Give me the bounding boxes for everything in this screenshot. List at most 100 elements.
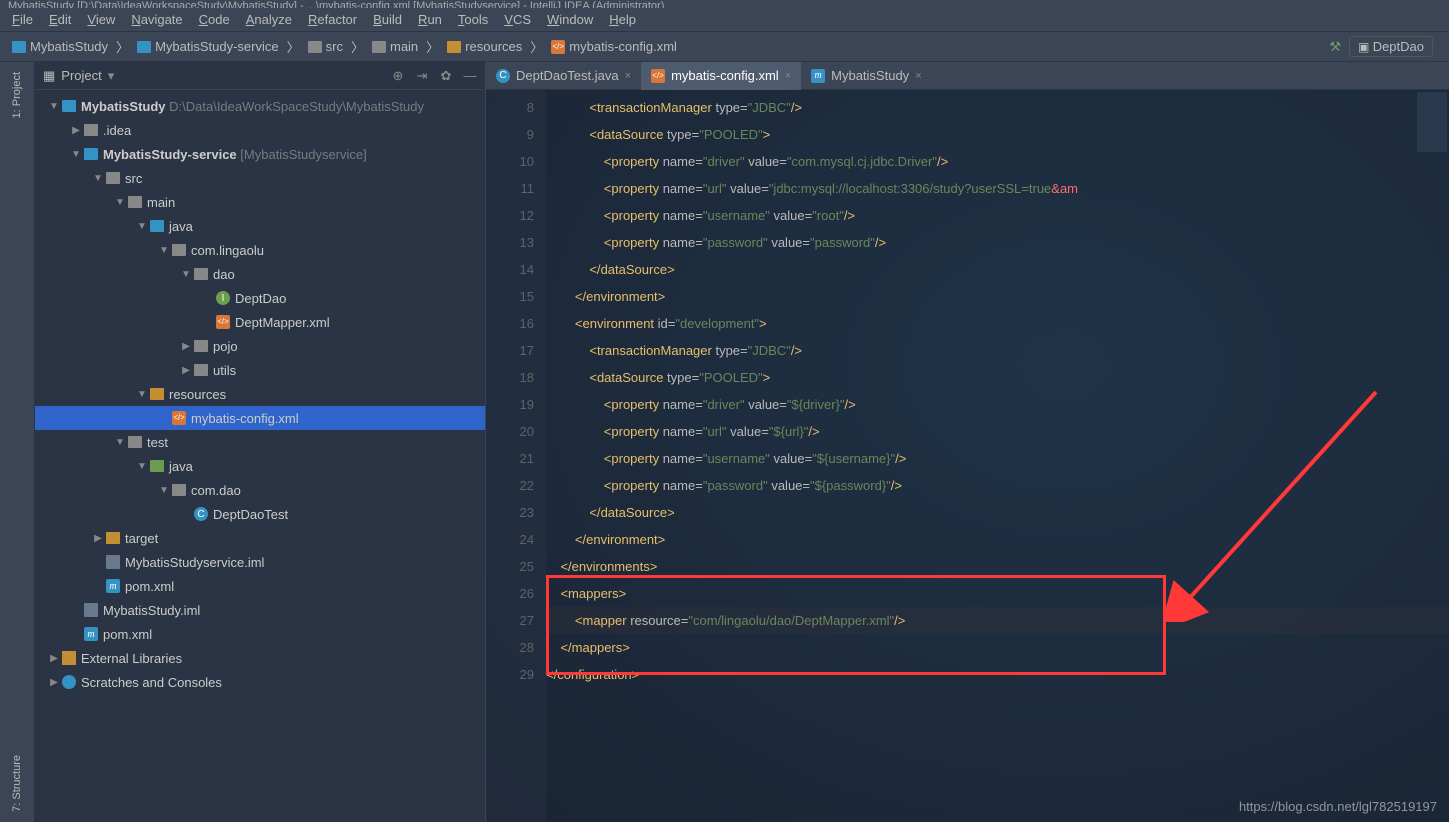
breadcrumb-main[interactable]: main [368, 37, 422, 56]
code-line-10[interactable]: <property name="driver" value="com.mysql… [546, 148, 1449, 175]
mini-map[interactable] [1417, 92, 1447, 152]
tree-arrow[interactable]: ▼ [135, 461, 149, 472]
menu-build[interactable]: Build [365, 10, 410, 29]
gutter[interactable]: 8910111213141516171819202122232425262728… [486, 90, 546, 822]
menu-edit[interactable]: Edit [41, 10, 79, 29]
tree-arrow[interactable]: ▶ [69, 125, 83, 136]
gutter-line[interactable]: 19 [490, 391, 534, 418]
code-line-13[interactable]: <property name="password" value="passwor… [546, 229, 1449, 256]
project-tree[interactable]: ▼MybatisStudy D:\Data\IdeaWorkSpaceStudy… [35, 90, 485, 822]
tree-item-pom-xml[interactable]: mpom.xml [35, 574, 485, 598]
editor-tab-deptdaotest-java[interactable]: CDeptDaoTest.java× [486, 62, 641, 90]
tree-arrow[interactable]: ▼ [47, 101, 61, 112]
tree-item-pom-xml[interactable]: mpom.xml [35, 622, 485, 646]
gutter-line[interactable]: 20 [490, 418, 534, 445]
tree-arrow[interactable]: ▶ [47, 653, 61, 664]
hide-icon[interactable]: — [463, 69, 477, 83]
tree-item-external-libraries[interactable]: ▶External Libraries [35, 646, 485, 670]
collapse-icon[interactable]: ⇥ [415, 69, 429, 83]
code-line-26[interactable]: <mappers> [546, 580, 1449, 607]
code-line-17[interactable]: <transactionManager type="JDBC"/> [546, 337, 1449, 364]
close-icon[interactable]: × [785, 70, 791, 82]
settings-icon[interactable]: ✿ [439, 69, 453, 83]
breadcrumb-mybatisstudy-service[interactable]: MybatisStudy-service [133, 37, 283, 56]
tree-arrow[interactable]: ▼ [157, 485, 171, 496]
gutter-line[interactable]: 13 [490, 229, 534, 256]
gutter-line[interactable]: 16 [490, 310, 534, 337]
gutter-line[interactable]: 14 [490, 256, 534, 283]
gutter-line[interactable]: 10 [490, 148, 534, 175]
tree-arrow[interactable]: ▼ [69, 149, 83, 160]
menu-window[interactable]: Window [539, 10, 601, 29]
dropdown-arrow-icon[interactable]: ▾ [108, 68, 115, 84]
gutter-line[interactable]: 22 [490, 472, 534, 499]
code-line-23[interactable]: </dataSource> [546, 499, 1449, 526]
code-line-11[interactable]: <property name="url" value="jdbc:mysql:/… [546, 175, 1449, 202]
tree-item-dao[interactable]: ▼dao [35, 262, 485, 286]
menu-analyze[interactable]: Analyze [238, 10, 300, 29]
panel-view-icon[interactable]: ▦ [43, 68, 55, 84]
code-line-14[interactable]: </dataSource> [546, 256, 1449, 283]
code-line-15[interactable]: </environment> [546, 283, 1449, 310]
tree-arrow[interactable]: ▼ [179, 269, 193, 280]
code-line-18[interactable]: <dataSource type="POOLED"> [546, 364, 1449, 391]
tree-item-target[interactable]: ▶target [35, 526, 485, 550]
tree-item-mybatisstudy[interactable]: ▼MybatisStudy D:\Data\IdeaWorkSpaceStudy… [35, 94, 485, 118]
code-line-21[interactable]: <property name="username" value="${usern… [546, 445, 1449, 472]
code-line-9[interactable]: <dataSource type="POOLED"> [546, 121, 1449, 148]
tree-arrow[interactable]: ▶ [91, 533, 105, 544]
tree-item--idea[interactable]: ▶.idea [35, 118, 485, 142]
gutter-line[interactable]: 11 [490, 175, 534, 202]
tree-item-deptdaotest[interactable]: CDeptDaoTest [35, 502, 485, 526]
gutter-line[interactable]: 9 [490, 121, 534, 148]
tree-item-deptmapper-xml[interactable]: </>DeptMapper.xml [35, 310, 485, 334]
menu-run[interactable]: Run [410, 10, 450, 29]
close-icon[interactable]: × [915, 70, 921, 82]
menu-tools[interactable]: Tools [450, 10, 496, 29]
code-line-16[interactable]: <environment id="development"> [546, 310, 1449, 337]
editor-tab-mybatisstudy[interactable]: mMybatisStudy× [801, 62, 931, 90]
breadcrumb-resources[interactable]: resources [443, 37, 526, 56]
code-line-8[interactable]: <transactionManager type="JDBC"/> [546, 94, 1449, 121]
breadcrumb-src[interactable]: src [304, 37, 347, 56]
tab-structure[interactable]: 7: Structure [7, 745, 27, 822]
tree-item-pojo[interactable]: ▶pojo [35, 334, 485, 358]
gutter-line[interactable]: 25 [490, 553, 534, 580]
tree-item-src[interactable]: ▼src [35, 166, 485, 190]
tree-arrow[interactable]: ▼ [113, 437, 127, 448]
code-line-12[interactable]: <property name="username" value="root"/> [546, 202, 1449, 229]
menu-vcs[interactable]: VCS [496, 10, 539, 29]
tree-item-mybatisstudy-iml[interactable]: MybatisStudy.iml [35, 598, 485, 622]
editor[interactable]: 8910111213141516171819202122232425262728… [486, 90, 1449, 822]
close-icon[interactable]: × [625, 70, 631, 82]
tree-item-java[interactable]: ▼java [35, 454, 485, 478]
gutter-line[interactable]: 26 [490, 580, 534, 607]
editor-tab-mybatis-config-xml[interactable]: </>mybatis-config.xml× [641, 62, 801, 90]
breadcrumb-mybatis-config-xml[interactable]: </>mybatis-config.xml [547, 37, 681, 56]
run-config-selector[interactable]: ▣ DeptDao [1349, 36, 1433, 57]
gutter-line[interactable]: 28 [490, 634, 534, 661]
gutter-line[interactable]: 27 [490, 607, 534, 634]
build-icon[interactable]: ⚒ [1329, 39, 1341, 55]
gutter-line[interactable]: 21 [490, 445, 534, 472]
code-line-27[interactable]: <mapper resource="com/lingaolu/dao/DeptM… [546, 607, 1449, 634]
tree-item-java[interactable]: ▼java [35, 214, 485, 238]
tree-item-com-lingaolu[interactable]: ▼com.lingaolu [35, 238, 485, 262]
tab-project[interactable]: 1: Project [7, 62, 27, 128]
code-area[interactable]: <transactionManager type="JDBC"/> <dataS… [546, 90, 1449, 822]
code-line-22[interactable]: <property name="password" value="${passw… [546, 472, 1449, 499]
tree-item-mybatisstudyservice-iml[interactable]: MybatisStudyservice.iml [35, 550, 485, 574]
tree-arrow[interactable]: ▼ [113, 197, 127, 208]
tree-item-test[interactable]: ▼test [35, 430, 485, 454]
tree-item-resources[interactable]: ▼resources [35, 382, 485, 406]
tree-item-utils[interactable]: ▶utils [35, 358, 485, 382]
code-line-25[interactable]: </environments> [546, 553, 1449, 580]
gutter-line[interactable]: 29 [490, 661, 534, 688]
menu-navigate[interactable]: Navigate [123, 10, 190, 29]
gutter-line[interactable]: 12 [490, 202, 534, 229]
gutter-line[interactable]: 8 [490, 94, 534, 121]
code-line-29[interactable]: </configuration> [546, 661, 1449, 688]
code-line-20[interactable]: <property name="url" value="${url}"/> [546, 418, 1449, 445]
tree-arrow[interactable]: ▶ [179, 365, 193, 376]
tree-item-main[interactable]: ▼main [35, 190, 485, 214]
